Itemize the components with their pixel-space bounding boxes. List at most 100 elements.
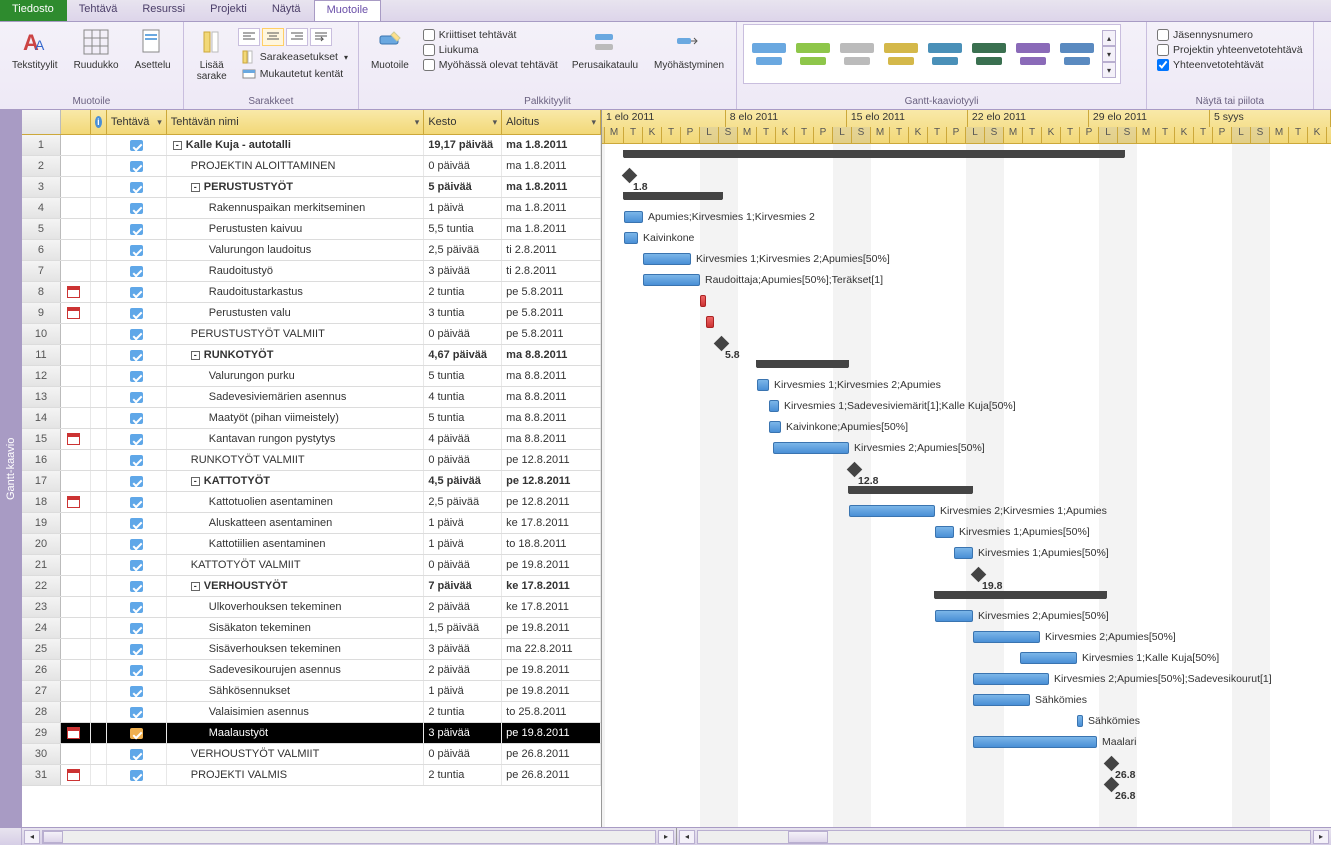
gantt-task-bar[interactable]: Kirvesmies 1;Kirvesmies 2;Apumies xyxy=(757,379,769,391)
critical-tasks-checkbox[interactable]: Kriittiset tehtävät xyxy=(419,28,562,42)
table-row[interactable]: 14Maatyöt (pihan viimeistely)5 tuntiama … xyxy=(22,408,601,429)
cell-name[interactable]: PROJEKTI VALMIS xyxy=(167,765,425,785)
gantt-milestone[interactable]: 1.8 xyxy=(622,168,638,184)
table-row[interactable]: 21 KATTOTYÖT VALMIIT0 päivääpe 19.8.2011 xyxy=(22,555,601,576)
cell-start[interactable]: pe 5.8.2011 xyxy=(502,324,601,344)
tab-view[interactable]: Näytä xyxy=(260,0,314,21)
table-row[interactable]: 2PROJEKTIN ALOITTAMINEN0 päivääma 1.8.20… xyxy=(22,156,601,177)
gantt-style-1[interactable] xyxy=(748,29,790,79)
cell-duration[interactable]: 2 tuntia xyxy=(424,282,502,302)
cell-duration[interactable]: 1 päivä xyxy=(424,534,502,554)
cell-start[interactable]: ma 8.8.2011 xyxy=(502,429,601,449)
table-row[interactable]: 22-VERHOUSTYÖT7 päivääke 17.8.2011 xyxy=(22,576,601,597)
cell-start[interactable]: pe 26.8.2011 xyxy=(502,744,601,764)
cell-start[interactable]: pe 19.8.2011 xyxy=(502,555,601,575)
cell-name[interactable]: KATTOTYÖT VALMIIT xyxy=(167,555,425,575)
gantt-task-bar[interactable]: Kirvesmies 1;Sadevesiviemärit[1];Kalle K… xyxy=(769,400,779,412)
row-number[interactable]: 21 xyxy=(22,555,61,575)
cell-duration[interactable]: 5 tuntia xyxy=(424,408,502,428)
cell-start[interactable]: ke 17.8.2011 xyxy=(502,513,601,533)
table-row[interactable]: 16RUNKOTYÖT VALMIIT0 päivääpe 12.8.2011 xyxy=(22,450,601,471)
scroll-left-button[interactable]: ◂ xyxy=(24,830,40,844)
row-number[interactable]: 1 xyxy=(22,135,61,155)
cell-name[interactable]: PERUSTUSTYÖT VALMIIT xyxy=(167,324,425,344)
cell-name[interactable]: Maatyöt (pihan viimeistely) xyxy=(167,408,425,428)
cell-start[interactable]: ti 2.8.2011 xyxy=(502,240,601,260)
table-row[interactable]: 13Sadevesiviemärien asennus4 tuntiama 8.… xyxy=(22,387,601,408)
header-mode[interactable]: Tehtävä▾ xyxy=(107,110,167,134)
tab-resource[interactable]: Resurssi xyxy=(130,0,198,21)
gantt-scroll-right-button[interactable]: ▸ xyxy=(1313,830,1329,844)
cell-duration[interactable]: 2,5 päivää xyxy=(424,240,502,260)
gridlines-button[interactable]: Ruudukko xyxy=(68,24,125,73)
cell-name[interactable]: Sadevesikourujen asennus xyxy=(167,660,425,680)
gallery-more-button[interactable]: ▾ xyxy=(1102,62,1116,78)
layout-button[interactable]: Asettelu xyxy=(129,24,177,73)
gantt-task-bar[interactable]: Kirvesmies 2;Apumies[50%];Sadevesikourut… xyxy=(973,673,1049,685)
cell-start[interactable]: ma 1.8.2011 xyxy=(502,198,601,218)
gantt-task-bar[interactable] xyxy=(706,316,714,328)
table-row[interactable]: 1-Kalle Kuja - autotalli19,17 päivääma 1… xyxy=(22,135,601,156)
tab-task[interactable]: Tehtävä xyxy=(67,0,131,21)
gantt-style-2[interactable] xyxy=(792,29,834,79)
cell-duration[interactable]: 1 päivä xyxy=(424,681,502,701)
row-number[interactable]: 14 xyxy=(22,408,61,428)
row-number[interactable]: 13 xyxy=(22,387,61,407)
cell-duration[interactable]: 3 tuntia xyxy=(424,303,502,323)
cell-name[interactable]: Raudoitustyö xyxy=(167,261,425,281)
row-number[interactable]: 17 xyxy=(22,471,61,491)
cell-name[interactable]: Valaisimien asennus xyxy=(167,702,425,722)
table-row[interactable]: 29Maalaustyöt3 päivääpe 19.8.2011 xyxy=(22,723,601,744)
gantt-summary-bar[interactable] xyxy=(624,150,1124,158)
gantt-task-bar[interactable] xyxy=(700,295,706,307)
row-number[interactable]: 25 xyxy=(22,639,61,659)
table-row[interactable]: 27Sähkösennukset1 päiväpe 19.8.2011 xyxy=(22,681,601,702)
cell-start[interactable]: ma 1.8.2011 xyxy=(502,135,601,155)
table-row[interactable]: 12Valurungon purku5 tuntiama 8.8.2011 xyxy=(22,366,601,387)
header-info[interactable]: i xyxy=(91,110,107,134)
custom-fields-button[interactable]: Mukautetut kentät xyxy=(238,66,352,82)
cell-duration[interactable]: 3 päivää xyxy=(424,639,502,659)
cell-name[interactable]: Perustusten kaivuu xyxy=(167,219,425,239)
table-row[interactable]: 24Sisäkaton tekeminen1,5 päivääpe 19.8.2… xyxy=(22,618,601,639)
row-number[interactable]: 7 xyxy=(22,261,61,281)
gantt-summary-bar[interactable] xyxy=(757,360,848,368)
cell-start[interactable]: ti 2.8.2011 xyxy=(502,261,601,281)
tab-file[interactable]: Tiedosto xyxy=(0,0,67,21)
baseline-button[interactable]: Perusaikataulu xyxy=(566,24,644,73)
cell-name[interactable]: PROJEKTIN ALOITTAMINEN xyxy=(167,156,425,176)
cell-name[interactable]: Valurungon laudoitus xyxy=(167,240,425,260)
align-left-button[interactable] xyxy=(238,28,260,46)
tab-format[interactable]: Muotoile xyxy=(314,0,382,21)
tab-project[interactable]: Projekti xyxy=(198,0,260,21)
cell-duration[interactable]: 4,67 päivää xyxy=(424,345,502,365)
table-row[interactable]: 4Rakennuspaikan merkitseminen1 päiväma 1… xyxy=(22,198,601,219)
table-row[interactable]: 20Kattotiilien asentaminen1 päiväto 18.8… xyxy=(22,534,601,555)
cell-duration[interactable]: 1,5 päivää xyxy=(424,618,502,638)
cell-start[interactable]: pe 12.8.2011 xyxy=(502,450,601,470)
cell-duration[interactable]: 5,5 tuntia xyxy=(424,219,502,239)
gantt-task-bar[interactable]: Sähkömies xyxy=(973,694,1030,706)
gantt-task-bar[interactable]: Kirvesmies 2;Apumies[50%] xyxy=(973,631,1040,643)
gantt-milestone[interactable]: 19.8 xyxy=(971,567,987,583)
outline-toggle[interactable]: - xyxy=(191,582,200,591)
cell-start[interactable]: pe 12.8.2011 xyxy=(502,492,601,512)
cell-name[interactable]: Raudoitustarkastus xyxy=(167,282,425,302)
table-row[interactable]: 28Valaisimien asennus2 tuntiato 25.8.201… xyxy=(22,702,601,723)
gantt-timescale[interactable]: 1 elo 20118 elo 201115 elo 201122 elo 20… xyxy=(602,110,1331,144)
cell-duration[interactable]: 0 päivää xyxy=(424,555,502,575)
table-row[interactable]: 18Kattotuolien asentaminen2,5 päivääpe 1… xyxy=(22,492,601,513)
cell-name[interactable]: Maalaustyöt xyxy=(167,723,425,743)
table-row[interactable]: 8Raudoitustarkastus2 tuntiape 5.8.2011 xyxy=(22,282,601,303)
row-number[interactable]: 4 xyxy=(22,198,61,218)
cell-duration[interactable]: 2 päivää xyxy=(424,597,502,617)
cell-name[interactable]: Sadevesiviemärien asennus xyxy=(167,387,425,407)
cell-start[interactable]: ma 22.8.2011 xyxy=(502,639,601,659)
row-number[interactable]: 18 xyxy=(22,492,61,512)
gantt-task-bar[interactable]: Raudoittaja;Apumies[50%];Teräkset[1] xyxy=(643,274,700,286)
gantt-task-bar[interactable]: Sähkömies xyxy=(1077,715,1083,727)
cell-name[interactable]: Kattotiilien asentaminen xyxy=(167,534,425,554)
cell-start[interactable]: pe 5.8.2011 xyxy=(502,282,601,302)
cell-start[interactable]: ma 1.8.2011 xyxy=(502,177,601,197)
row-number[interactable]: 26 xyxy=(22,660,61,680)
